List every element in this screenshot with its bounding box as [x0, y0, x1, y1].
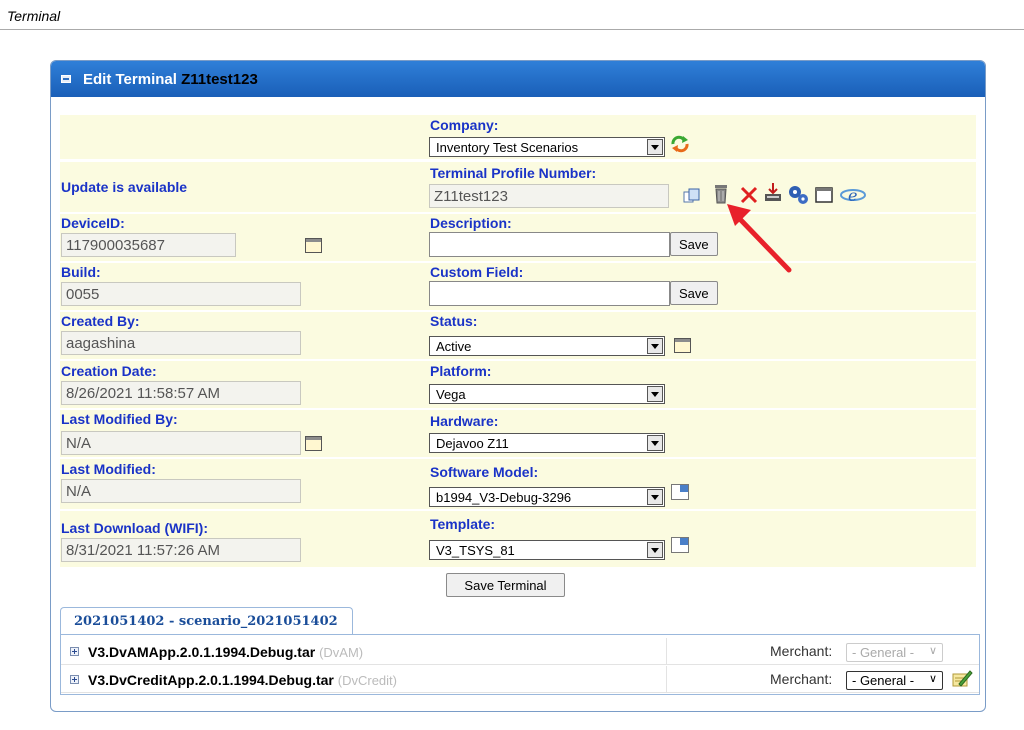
last-download-label: Last Download (WIFI): — [61, 520, 208, 536]
software-model-label: Software Model: — [430, 464, 539, 480]
app-name: V3.DvCreditApp.2.0.1.1994.Debug.tar (DvC… — [88, 672, 397, 688]
chevron-down-icon — [647, 338, 663, 354]
last-modified-field: N/A — [61, 479, 301, 503]
app-name: V3.DvAMApp.2.0.1.1994.Debug.tar (DvAM) — [88, 644, 364, 660]
calendar-icon[interactable] — [674, 338, 691, 353]
creation-date-label: Creation Date: — [61, 363, 157, 379]
expand-icon[interactable] — [70, 647, 79, 656]
status-label: Status: — [430, 313, 478, 329]
svg-text:e: e — [848, 186, 857, 205]
profile-number-field: Z11test123 — [429, 184, 669, 208]
calendar-icon[interactable] — [305, 238, 322, 253]
chevron-down-icon — [647, 386, 663, 402]
hardware-label: Hardware: — [430, 413, 499, 429]
device-id-label: DeviceID: — [61, 215, 125, 231]
panel-header-title: Edit Terminal Z11test123 — [83, 71, 258, 88]
edit-pencil-icon[interactable] — [951, 668, 973, 690]
company-label: Company: — [430, 117, 499, 133]
annotation-arrow — [727, 204, 792, 273]
merchant-label: Merchant: — [770, 671, 833, 687]
tab-scenario[interactable]: 2021051402 - scenario_2021051402 — [60, 607, 353, 635]
description-label: Description: — [430, 215, 512, 231]
column-divider — [666, 666, 667, 692]
ie-browser-icon[interactable]: e — [839, 181, 867, 207]
status-select[interactable]: Active — [429, 336, 665, 356]
platform-select[interactable]: Vega — [429, 384, 665, 404]
copy-icon[interactable] — [683, 188, 701, 204]
merchant-select: - General - ∨ — [846, 643, 943, 662]
chevron-down-icon — [647, 435, 663, 451]
title-divider — [0, 29, 1024, 30]
build-label: Build: — [61, 264, 101, 280]
creation-date-field: 8/26/2021 11:58:57 AM — [61, 381, 301, 405]
popout-icon[interactable] — [671, 537, 689, 553]
description-save-button[interactable]: Save — [670, 232, 718, 256]
custom-field-input[interactable] — [429, 281, 670, 306]
build-field: 0055 — [61, 282, 301, 306]
company-select[interactable]: Inventory Test Scenarios — [429, 137, 665, 157]
expand-icon[interactable] — [70, 675, 79, 684]
created-by-label: Created By: — [61, 313, 140, 329]
platform-label: Platform: — [430, 363, 492, 379]
template-select[interactable]: V3_TSYS_81 — [429, 540, 665, 560]
collapse-icon[interactable] — [61, 75, 71, 83]
hardware-select[interactable]: Dejavoo Z11 — [429, 433, 665, 453]
chevron-down-icon: ∨ — [928, 645, 937, 657]
page-title: Terminal — [7, 8, 61, 24]
chevron-down-icon: ∨ — [928, 673, 937, 685]
window-icon[interactable] — [815, 186, 833, 204]
popout-icon[interactable] — [671, 484, 689, 500]
custom-field-save-button[interactable]: Save — [670, 281, 718, 305]
chevron-down-icon — [647, 542, 663, 558]
merchant-select[interactable]: - General - ∨ — [846, 671, 943, 690]
created-by-field: aagashina — [61, 331, 301, 355]
app-row: V3.DvCreditApp.2.0.1.1994.Debug.tar (DvC… — [61, 666, 979, 693]
last-modified-by-label: Last Modified By: — [61, 411, 178, 427]
terminal-name: Z11test123 — [181, 71, 258, 88]
save-terminal-button[interactable]: Save Terminal — [446, 573, 565, 597]
template-label: Template: — [430, 516, 496, 532]
last-modified-label: Last Modified: — [61, 461, 156, 477]
column-divider — [666, 638, 667, 664]
description-input[interactable] — [429, 232, 670, 257]
panel-header: Edit Terminal Z11test123 — [51, 61, 985, 97]
chevron-down-icon — [647, 489, 663, 505]
apps-panel: V3.DvAMApp.2.0.1.1994.Debug.tar (DvAM) M… — [60, 634, 980, 695]
merchant-label: Merchant: — [770, 643, 833, 659]
refresh-icon[interactable] — [669, 134, 691, 154]
update-available-notice[interactable]: Update is available — [61, 179, 187, 195]
last-download-field: 8/31/2021 11:57:26 AM — [61, 538, 301, 562]
edit-terminal-panel: Edit Terminal Z11test123 Company: Invent… — [50, 60, 986, 712]
last-modified-by-field: N/A — [61, 431, 301, 455]
profile-number-label: Terminal Profile Number: — [430, 165, 597, 181]
custom-field-label: Custom Field: — [430, 264, 524, 280]
device-id-field: 117900035687 — [61, 233, 236, 257]
software-model-select[interactable]: b1994_V3-Debug-3296 — [429, 487, 665, 507]
chevron-down-icon — [647, 139, 663, 155]
app-row: V3.DvAMApp.2.0.1.1994.Debug.tar (DvAM) M… — [61, 638, 979, 665]
calendar-icon[interactable] — [305, 436, 322, 451]
